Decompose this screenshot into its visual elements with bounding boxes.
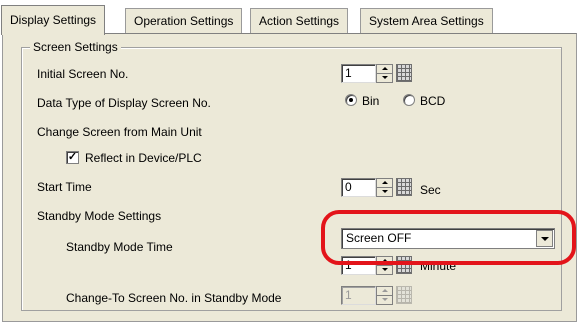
group-title: Screen Settings [30,41,121,53]
keypad-icon[interactable] [396,178,412,196]
spin-down-icon [382,190,388,193]
tab-operation-settings[interactable]: Operation Settings [125,8,243,33]
standby-time-input[interactable]: 1 [341,256,376,275]
spin-down-icon [382,298,388,301]
spin-up-icon [382,259,388,262]
data-type-label: Data Type of Display Screen No. [37,96,211,110]
tab-system-area-settings[interactable]: System Area Settings [360,8,493,33]
initial-screen-input[interactable]: 1 [341,64,376,83]
spin-up-icon [382,67,388,70]
spin-down-icon [382,76,388,79]
keypad-icon [396,286,412,304]
standby-mode-select[interactable]: Screen OFF [341,228,555,249]
dropdown-button[interactable] [536,230,553,247]
initial-screen-spin[interactable] [376,64,393,83]
start-time-spin[interactable] [376,178,393,197]
standby-time-spin[interactable] [376,256,393,275]
radio-bin-label: Bin [362,94,380,108]
spin-down-icon [382,268,388,271]
keypad-icon[interactable] [396,64,412,82]
radio-bcd[interactable] [403,94,415,106]
change-to-label: Change-To Screen No. in Standby Mode [66,291,282,305]
start-time-unit: Sec [420,183,441,197]
spin-up-icon [382,289,388,292]
standby-time-unit: Minute [420,259,457,273]
change-screen-label: Change Screen from Main Unit [37,125,202,139]
tab-display-settings[interactable]: Display Settings [1,5,106,35]
standby-mode-label: Standby Mode Settings [37,209,162,223]
spin-up-icon [382,181,388,184]
keypad-icon[interactable] [396,256,412,274]
screen-settings-group [21,47,562,311]
reflect-checkbox[interactable]: ✓ [66,151,79,164]
change-to-spin [376,286,393,305]
start-time-label: Start Time [37,180,92,194]
reflect-label: Reflect in Device/PLC [85,151,202,165]
standby-mode-value: Screen OFF [346,231,412,245]
radio-bcd-label: BCD [420,94,446,108]
chevron-down-icon [541,237,549,241]
tab-action-settings[interactable]: Action Settings [250,8,349,33]
start-time-input[interactable]: 0 [341,178,376,197]
radio-bin[interactable] [345,94,357,106]
change-to-input: 1 [341,286,376,305]
standby-time-label: Standby Mode Time [66,240,173,254]
initial-screen-label: Initial Screen No. [37,67,129,81]
